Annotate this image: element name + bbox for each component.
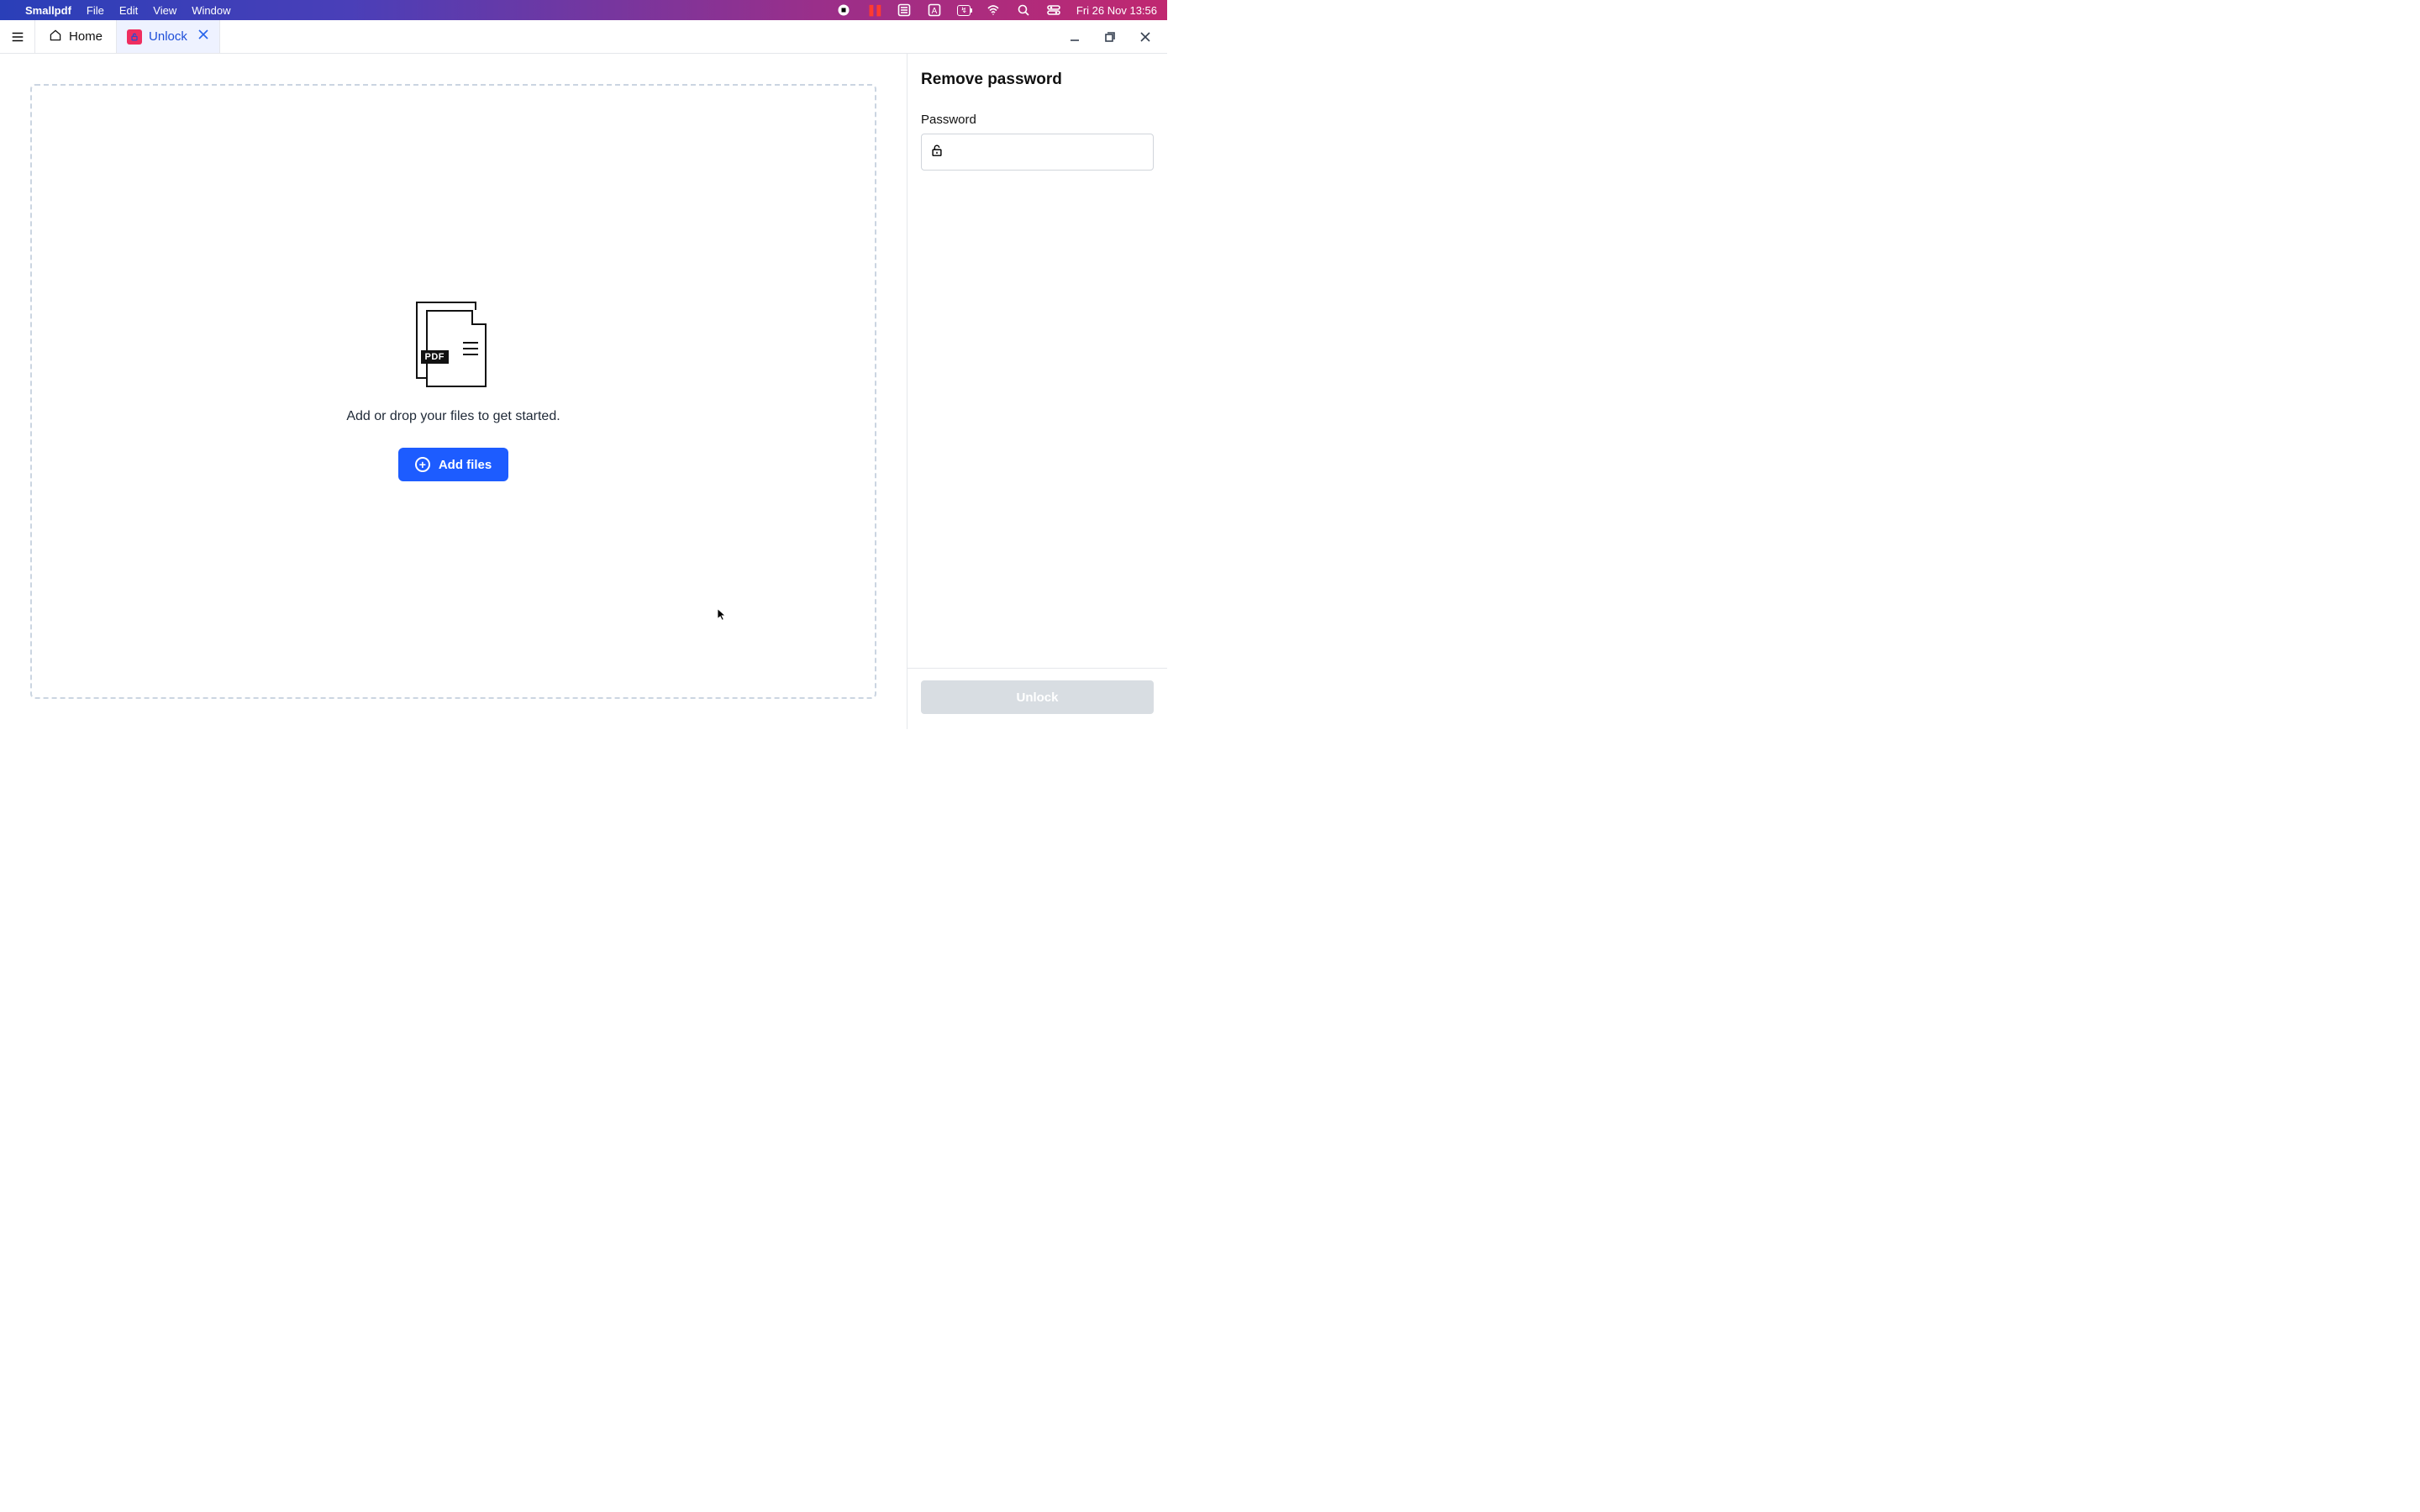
unlock-tool-icon [127, 29, 142, 45]
app-toolbar: Home Unlock [0, 20, 1167, 54]
side-panel-body: Remove password Password [908, 54, 1167, 668]
window-maximize-button[interactable] [1103, 30, 1117, 44]
menubar-left: Smallpdf File Edit View Window [10, 4, 230, 17]
password-field-label: Password [921, 113, 1154, 127]
pdf-stack-icon: PDF [416, 302, 492, 386]
tab-home[interactable]: Home [35, 20, 117, 53]
pause-status-icon[interactable]: ❚❚ [866, 3, 881, 18]
content-row: PDF Add or drop your files to get starte… [0, 54, 1167, 729]
battery-label: ↯ [960, 6, 967, 15]
lock-icon [930, 144, 944, 161]
wifi-icon[interactable] [986, 3, 1001, 18]
side-panel-footer: Unlock [908, 668, 1167, 729]
menubar-datetime[interactable]: Fri 26 Nov 13:56 [1076, 4, 1157, 17]
side-panel-title: Remove password [921, 71, 1154, 89]
add-files-label: Add files [439, 458, 492, 472]
plus-circle-icon: + [415, 457, 430, 472]
menubar-item-file[interactable]: File [87, 4, 104, 17]
svg-text:A: A [932, 7, 938, 16]
window-close-button[interactable] [1139, 30, 1152, 44]
password-input-wrapper[interactable] [921, 134, 1154, 171]
hamburger-menu-button[interactable] [0, 20, 35, 53]
toolbar-spacer [220, 20, 1053, 53]
input-source-icon[interactable]: A [927, 3, 942, 18]
password-input[interactable] [950, 145, 1144, 160]
menubar-app-name[interactable]: Smallpdf [25, 4, 71, 17]
unlock-button[interactable]: Unlock [921, 680, 1154, 714]
spotlight-search-icon[interactable] [1016, 3, 1031, 18]
menubar-right: ❚❚ A ↯ Fri 26 Nov 13:56 [836, 3, 1157, 18]
pdf-badge-label: PDF [421, 350, 450, 364]
battery-status-icon[interactable]: ↯ [957, 5, 971, 16]
control-center-icon[interactable] [1046, 3, 1061, 18]
menubar-item-edit[interactable]: Edit [119, 4, 138, 17]
window-minimize-button[interactable] [1068, 30, 1081, 44]
macos-menubar: Smallpdf File Edit View Window ❚❚ A ↯ Fr… [0, 0, 1167, 20]
menubar-item-window[interactable]: Window [192, 4, 230, 17]
tab-unlock[interactable]: Unlock [117, 20, 220, 53]
tab-close-button[interactable] [197, 29, 209, 45]
menubar-item-view[interactable]: View [153, 4, 176, 17]
file-drop-area[interactable]: PDF Add or drop your files to get starte… [30, 84, 876, 699]
window-controls [1053, 20, 1167, 53]
record-stop-icon[interactable] [836, 3, 851, 18]
tab-unlock-label: Unlock [149, 29, 187, 44]
home-icon [49, 29, 62, 45]
tab-home-label: Home [69, 29, 103, 44]
side-panel: Remove password Password Unlock [907, 54, 1167, 729]
drop-panel: PDF Add or drop your files to get starte… [0, 54, 907, 729]
add-files-button[interactable]: + Add files [398, 448, 508, 481]
dropzone-hint-text: Add or drop your files to get started. [346, 409, 560, 424]
grid-app-icon[interactable] [897, 3, 912, 18]
